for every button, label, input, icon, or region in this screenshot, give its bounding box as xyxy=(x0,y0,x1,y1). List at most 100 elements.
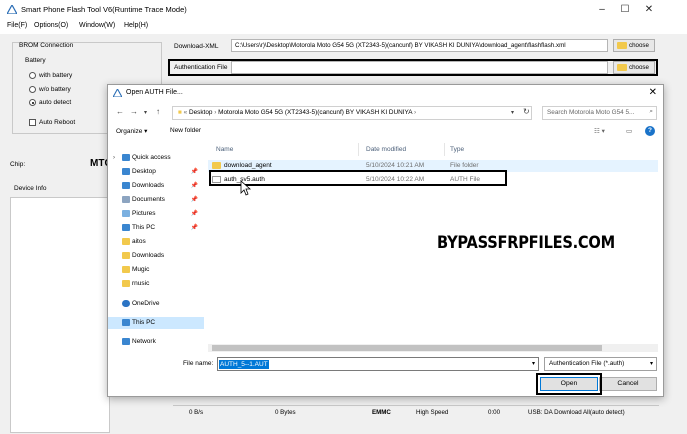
status-usb: USB: DA Download All(auto detect) xyxy=(528,409,625,416)
address-dropdown-icon[interactable]: ▾ xyxy=(511,109,514,116)
title-bar: Smart Phone Flash Tool V6(Runtime Trace … xyxy=(0,0,687,20)
search-placeholder: Search Motorola Moto G54 5... xyxy=(547,109,635,116)
breadcrumb-chevron-icon: › xyxy=(413,109,417,116)
cancel-button[interactable]: Cancel xyxy=(599,377,657,391)
folder-icon xyxy=(122,280,130,287)
auto-reboot-label: Auto Reboot xyxy=(39,119,76,126)
nav-folder-downloads[interactable]: Downloads xyxy=(108,250,204,262)
folder-icon xyxy=(212,162,221,169)
column-date-modified[interactable]: Date modified xyxy=(366,146,406,153)
auth-file-choose-button[interactable]: choose xyxy=(613,61,655,74)
file-type-select[interactable]: Authentication File (*.auth) ▾ xyxy=(544,357,657,371)
folder-icon xyxy=(617,64,627,71)
column-name[interactable]: Name xyxy=(216,146,233,153)
radio-with-battery[interactable] xyxy=(29,72,36,79)
dialog-close-icon[interactable]: ✕ xyxy=(649,87,657,98)
file-name-value: AUTH_5--1.AUT xyxy=(219,360,269,369)
nav-desktop[interactable]: Desktop 📌 xyxy=(108,166,204,178)
file-date: 5/10/2024 10:21 AM xyxy=(366,162,425,169)
search-input[interactable]: Search Motorola Moto G54 5... ⌕ xyxy=(542,106,657,120)
file-type: File folder xyxy=(450,162,479,169)
documents-icon xyxy=(122,196,130,203)
file-name-dropdown-icon[interactable]: ▾ xyxy=(532,360,535,367)
nav-label: OneDrive xyxy=(132,300,160,307)
horizontal-scrollbar[interactable] xyxy=(208,344,658,352)
file-type-dropdown-icon: ▾ xyxy=(649,361,653,367)
nav-label: rnusic xyxy=(132,280,150,287)
onedrive-icon xyxy=(122,300,130,307)
preview-pane-icon[interactable]: ▭ xyxy=(626,127,632,135)
search-icon: ⌕ xyxy=(649,108,653,115)
dialog-title: Open AUTH File... xyxy=(126,89,183,96)
nav-label: Quick access xyxy=(132,154,171,161)
maximize-button[interactable]: ☐ xyxy=(614,3,636,17)
choose-label: choose xyxy=(629,42,649,49)
status-time: 0:00 xyxy=(488,409,501,416)
menu-file[interactable]: File(F) xyxy=(7,22,27,29)
file-name: download_agent xyxy=(224,162,272,169)
column-type[interactable]: Type xyxy=(450,146,464,153)
recent-dropdown-icon[interactable]: ▾ xyxy=(144,109,147,116)
scrollbar-thumb[interactable] xyxy=(212,345,602,351)
view-options-icon[interactable]: ☷ ▾ xyxy=(594,127,605,135)
back-arrow-icon[interactable]: ← xyxy=(116,107,124,116)
status-bytes: 0 Bytes xyxy=(275,409,296,416)
file-name-row: File name: AUTH_5--1.AUT ▾ Authentication… xyxy=(108,357,663,373)
minimize-button[interactable]: – xyxy=(591,3,613,17)
nav-documents[interactable]: Documents 📌 xyxy=(108,194,204,206)
column-divider xyxy=(358,143,359,156)
download-xml-choose-button[interactable]: choose xyxy=(613,39,655,52)
radio-without-battery-label: w/o battery xyxy=(39,86,71,93)
nav-onedrive[interactable]: OneDrive xyxy=(108,298,204,310)
nav-folder-rnusic[interactable]: rnusic xyxy=(108,278,204,290)
file-name-label: File name: xyxy=(183,360,214,367)
status-bar: 0 B/s 0 Bytes EMMC High Speed 0:00 USB: … xyxy=(165,400,687,434)
file-name-input[interactable]: AUTH_5--1.AUT ▾ xyxy=(217,357,539,371)
nav-quick-access[interactable]: › Quick access xyxy=(108,152,204,164)
radio-with-battery-label: with battery xyxy=(39,72,73,79)
computer-icon xyxy=(122,224,130,231)
close-button[interactable]: ✕ xyxy=(638,3,660,17)
menu-help[interactable]: Help(H) xyxy=(124,22,148,29)
pictures-icon xyxy=(122,210,130,217)
help-icon[interactable]: ? xyxy=(645,126,655,136)
status-speed: 0 B/s xyxy=(189,409,204,416)
nav-this-pc[interactable]: This PC xyxy=(108,317,204,329)
pin-icon: 📌 xyxy=(190,183,198,189)
nav-network[interactable]: Network xyxy=(108,336,204,348)
nav-this-pc-quick[interactable]: This PC 📌 xyxy=(108,222,204,234)
menu-options[interactable]: Options(O) xyxy=(34,22,68,29)
status-mode: High Speed xyxy=(416,409,449,416)
network-icon xyxy=(122,338,130,345)
device-info-panel xyxy=(10,197,110,433)
breadcrumb-desktop[interactable]: Desktop xyxy=(189,109,212,116)
new-folder-button[interactable]: New folder xyxy=(170,127,201,134)
auth-file-path[interactable] xyxy=(231,61,608,74)
pin-icon: 📌 xyxy=(190,169,198,175)
folder-icon xyxy=(122,252,130,259)
command-bar: Organize ▾ New folder ☷ ▾ ▭ ? xyxy=(108,124,663,139)
refresh-icon[interactable]: ↻ xyxy=(523,107,530,116)
nav-label: Network xyxy=(132,338,156,345)
nav-folder-aitos[interactable]: aitos xyxy=(108,236,204,248)
navigation-pane: › Quick access Desktop 📌 Downloads 📌 Docume… xyxy=(108,141,204,351)
up-arrow-icon[interactable]: ↑ xyxy=(156,107,160,116)
app-icon xyxy=(113,89,122,97)
organize-button[interactable]: Organize ▾ xyxy=(116,127,147,135)
nav-folder-mugic[interactable]: Mugic xyxy=(108,264,204,276)
download-xml-path[interactable]: C:\Users\r)\Desktop\Motorola Moto G54 5G… xyxy=(231,39,608,52)
forward-arrow-icon[interactable]: → xyxy=(130,107,138,116)
menu-window[interactable]: Window(W) xyxy=(79,22,115,29)
nav-label: Downloads xyxy=(132,182,165,189)
breadcrumb-folder[interactable]: Motorola Moto G54 5G (XT2343-5)(cancunf)… xyxy=(218,109,412,116)
nav-pictures[interactable]: Pictures 📌 xyxy=(108,208,204,220)
radio-without-battery[interactable] xyxy=(29,86,36,93)
nav-downloads[interactable]: Downloads 📌 xyxy=(108,180,204,192)
expand-chevron-icon: › xyxy=(113,155,115,161)
column-divider xyxy=(444,143,445,156)
radio-auto-detect[interactable] xyxy=(29,99,36,106)
address-bar[interactable]: ■ « Desktop › Motorola Moto G54 5G (XT23… xyxy=(172,106,532,120)
dialog-title-bar: Open AUTH File... ✕ xyxy=(108,85,663,102)
download-xml-value: C:\Users\r)\Desktop\Motorola Moto G54 5G… xyxy=(235,42,566,49)
auto-reboot-checkbox[interactable] xyxy=(29,119,36,126)
